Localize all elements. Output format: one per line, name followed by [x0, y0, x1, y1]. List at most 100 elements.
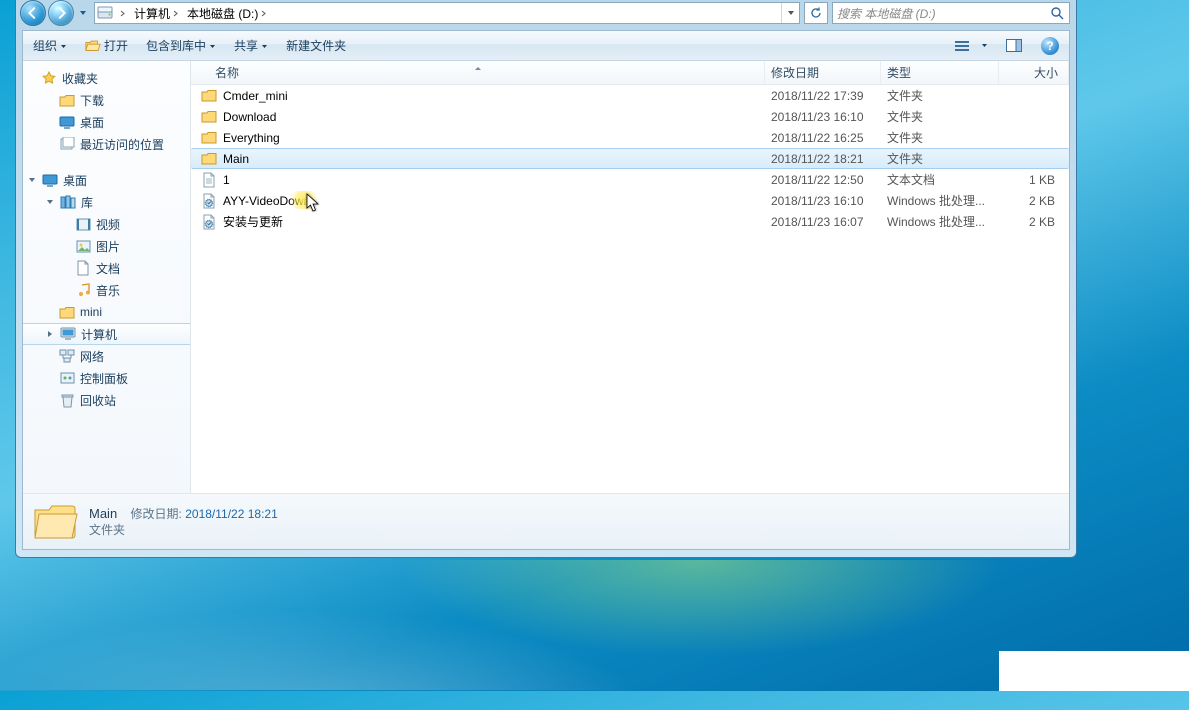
- file-type: 文件夹: [881, 87, 999, 104]
- recent-icon: [59, 136, 75, 152]
- details-pane: Main 修改日期: 2018/11/22 18:21 文件夹: [23, 493, 1069, 549]
- file-name: Download: [223, 110, 276, 124]
- file-type: 文件夹: [881, 150, 999, 167]
- star-icon: [41, 70, 57, 86]
- help-icon: ?: [1041, 37, 1059, 55]
- refresh-button[interactable]: [804, 2, 828, 24]
- desktop-notification-box: [999, 651, 1189, 691]
- file-name: Main: [223, 152, 249, 166]
- details-type: 文件夹: [89, 522, 278, 538]
- video-icon: [75, 216, 91, 232]
- open-button[interactable]: 打开: [81, 35, 132, 56]
- nav-libraries[interactable]: 库: [23, 191, 190, 213]
- file-row[interactable]: Everything 2018/11/22 16:25文件夹: [191, 127, 1069, 148]
- collapse-icon[interactable]: [27, 176, 37, 184]
- preview-pane-button[interactable]: [1001, 35, 1027, 57]
- document-icon: [75, 260, 91, 276]
- file-type: Windows 批处理...: [881, 192, 999, 209]
- details-date-label: 修改日期:: [131, 507, 182, 521]
- column-name[interactable]: 名称: [191, 61, 765, 84]
- help-button[interactable]: ?: [1037, 35, 1063, 57]
- nav-desktop-root[interactable]: 桌面: [23, 169, 190, 191]
- computer-icon: [60, 326, 76, 342]
- new-folder-button[interactable]: 新建文件夹: [282, 35, 350, 56]
- control-panel-icon: [59, 370, 75, 386]
- column-date[interactable]: 修改日期: [765, 61, 881, 84]
- folder-icon: [201, 151, 217, 167]
- folder-icon: [201, 130, 217, 146]
- details-date-value: 2018/11/22 18:21: [185, 507, 278, 521]
- command-bar: 组织 打开 包含到库中 共享 新建文件夹: [23, 31, 1069, 61]
- nav-control-panel[interactable]: 控制面板: [23, 367, 190, 389]
- nav-network[interactable]: 网络: [23, 345, 190, 367]
- nav-music[interactable]: 音乐: [23, 279, 190, 301]
- column-type[interactable]: 类型: [881, 61, 999, 84]
- chevron-right-icon: [260, 6, 267, 20]
- recycle-bin-icon: [59, 392, 75, 408]
- breadcrumb-dropdown[interactable]: [781, 3, 799, 23]
- breadcrumb-seg-1[interactable]: 本地磁盘 (D:): [183, 3, 271, 23]
- file-size: 2 KB: [999, 194, 1069, 208]
- file-row[interactable]: 安装与更新 2018/11/23 16:07Windows 批处理...2 KB: [191, 211, 1069, 232]
- details-folder-icon: [31, 498, 79, 546]
- file-row[interactable]: AYY-VideoDown 2018/11/23 16:10Windows 批处理…: [191, 190, 1069, 211]
- bat-icon: [201, 193, 217, 209]
- file-row[interactable]: 12018/11/22 12:50文本文档1 KB: [191, 169, 1069, 190]
- file-date: 2018/11/23 16:10: [765, 194, 881, 208]
- folder-icon: [59, 304, 75, 320]
- drive-icon: [95, 6, 115, 20]
- desktop-icon: [42, 172, 58, 188]
- nav-forward-button[interactable]: [48, 0, 74, 26]
- folder-icon: [201, 88, 217, 104]
- chevron-down-icon: [209, 39, 216, 53]
- nav-pictures[interactable]: 图片: [23, 235, 190, 257]
- search-field[interactable]: 搜索 本地磁盘 (D:): [832, 2, 1070, 24]
- file-name: 1: [223, 173, 230, 187]
- file-name: 安装与更新: [223, 213, 283, 230]
- file-type: 文件夹: [881, 108, 999, 125]
- file-type: Windows 批处理...: [881, 213, 999, 230]
- chevron-right-icon: [172, 6, 179, 20]
- details-name: Main: [89, 506, 117, 521]
- nav-favorites[interactable]: 收藏夹: [23, 67, 190, 89]
- breadcrumb-seg-0-label: 计算机: [134, 5, 170, 22]
- file-date: 2018/11/22 16:25: [765, 131, 881, 145]
- organize-menu[interactable]: 组织: [29, 35, 71, 56]
- file-row[interactable]: Cmder_mini2018/11/22 17:39文件夹: [191, 85, 1069, 106]
- nav-documents[interactable]: 文档: [23, 257, 190, 279]
- include-in-library-menu[interactable]: 包含到库中: [142, 35, 220, 56]
- breadcrumb-seg-0[interactable]: 计算机: [130, 3, 183, 23]
- chevron-down-icon: [60, 39, 67, 53]
- file-size: 2 KB: [999, 215, 1069, 229]
- file-list-area: 名称 修改日期 类型 大小 Cmder_mini2018/11/22 17:39…: [191, 61, 1069, 493]
- file-date: 2018/11/22 18:21: [765, 152, 881, 166]
- share-menu[interactable]: 共享: [230, 35, 272, 56]
- nav-computer[interactable]: 计算机: [23, 323, 190, 345]
- network-icon: [59, 348, 75, 364]
- file-row[interactable]: Main 2018/11/22 18:21文件夹: [191, 148, 1069, 169]
- file-type: 文件夹: [881, 129, 999, 146]
- view-options-button[interactable]: [951, 35, 991, 57]
- file-date: 2018/11/23 16:07: [765, 215, 881, 229]
- nav-desktop[interactable]: 桌面: [23, 111, 190, 133]
- nav-downloads[interactable]: 下载: [23, 89, 190, 111]
- file-name: AYY-VideoDown: [223, 194, 310, 208]
- file-name: Everything: [223, 131, 280, 145]
- breadcrumb-root-chevron[interactable]: [115, 3, 130, 23]
- file-rows: Cmder_mini2018/11/22 17:39文件夹 Download 201…: [191, 85, 1069, 493]
- file-row[interactable]: Download 2018/11/23 16:10文件夹: [191, 106, 1069, 127]
- nav-recycle-bin[interactable]: 回收站: [23, 389, 190, 411]
- file-date: 2018/11/23 16:10: [765, 110, 881, 124]
- collapse-icon[interactable]: [45, 198, 55, 206]
- nav-mini[interactable]: mini: [23, 301, 190, 323]
- breadcrumb-field[interactable]: 计算机 本地磁盘 (D:): [94, 2, 800, 24]
- nav-history-dropdown[interactable]: [76, 9, 90, 17]
- nav-recent[interactable]: 最近访问的位置: [23, 133, 190, 155]
- nav-videos[interactable]: 视频: [23, 213, 190, 235]
- file-name: Cmder_mini: [223, 89, 288, 103]
- text-icon: [201, 172, 217, 188]
- column-size[interactable]: 大小: [999, 61, 1069, 84]
- breadcrumb-seg-1-label: 本地磁盘 (D:): [187, 5, 258, 22]
- expand-icon[interactable]: [45, 330, 55, 338]
- nav-back-button[interactable]: [20, 0, 46, 26]
